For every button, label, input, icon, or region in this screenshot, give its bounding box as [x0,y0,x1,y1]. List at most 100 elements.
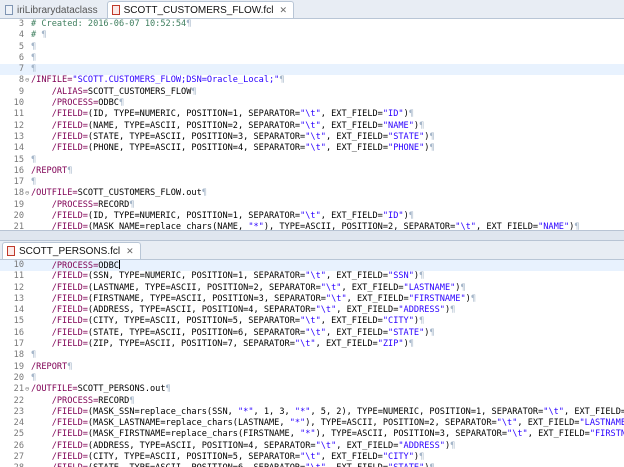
code-line[interactable]: 24 /FIELD=(MASK_LASTNAME=replace_chars(L… [0,418,624,429]
code-token: "*" [300,429,316,440]
code-line[interactable]: 18 ¶ [0,350,624,361]
pilcrow-mark: ¶ [429,131,435,142]
code-token: ), TYPE=ASCII, POSITION=2, SEPARATOR= [263,222,456,230]
line-number: 15 [13,154,24,165]
code-line[interactable]: 25 /FIELD=(MASK_FIRSTNAME=replace_chars(… [0,429,624,440]
code-line[interactable]: 15 /FIELD=(CITY, TYPE=ASCII, POSITION=5,… [0,316,624,327]
line-number: 19 [13,361,24,372]
code-line[interactable]: 12 /FIELD=(NAME, TYPE=ASCII, POSITION=2,… [0,121,624,132]
line-number: 11 [13,271,24,282]
code-line[interactable]: 19/REPORT¶ [0,362,624,373]
code-line[interactable]: 26 /FIELD=(ADDRESS, TYPE=ASCII, POSITION… [0,441,624,452]
code-editor[interactable]: 10 /PROCESS=ODBC 11 /FIELD=(SSN, TYPE=NUM… [0,260,624,467]
code-line[interactable]: 21 ⊖/OUTFILE=SCOTT_PERSONS.out¶ [0,384,624,395]
line-number: 20 [13,211,24,222]
code-line[interactable]: 17 /FIELD=(ZIP, TYPE=ASCII, POSITION=7, … [0,339,624,350]
close-icon[interactable]: ✕ [279,5,287,16]
code-token: RECORD [98,199,130,210]
code-text: /OUTFILE=SCOTT_PERSONS.out¶ [31,384,171,395]
fold-toggle-icon[interactable]: ⊖ [25,75,30,86]
code-line[interactable]: 20 ¶ [0,373,624,384]
code-text: /FIELD=(ID, TYPE=NUMERIC, POSITION=1, SE… [31,109,414,120]
code-token: (LASTNAME, TYPE=ASCII, POSITION=2, SEPAR… [87,282,321,293]
code-line[interactable]: 27 /FIELD=(CITY, TYPE=ASCII, POSITION=5,… [0,452,624,463]
code-line[interactable]: 22 /PROCESS=RECORD¶ [0,396,624,407]
fold-toggle-icon[interactable]: ⊖ [25,188,30,199]
code-line[interactable]: 17 ¶ [0,177,624,188]
code-line[interactable]: 9 /ALIAS=SCOTT_CUSTOMERS_FLOW¶ [0,87,624,98]
code-line[interactable]: 19 /PROCESS=RECORD¶ [0,200,624,211]
code-text: # ¶ [31,30,47,41]
code-text: /FIELD=(PHONE, TYPE=ASCII, POSITION=4, S… [31,143,435,154]
code-line[interactable]: 13 /FIELD=(FIRSTNAME, TYPE=ASCII, POSITI… [0,294,624,305]
code-token: (CITY, TYPE=ASCII, POSITION=5, SEPARATOR… [87,452,301,463]
code-token: "\t" [305,463,326,467]
code-line[interactable]: 28 /FIELD=(STATE, TYPE=ASCII, POSITION=6… [0,463,624,467]
code-token: "\t" [305,143,326,154]
pilcrow-mark: ¶ [429,143,435,154]
code-line[interactable]: 8 ⊖/INFILE="SCOTT.CUSTOMERS_FLOW;DSN=Orac… [0,75,624,86]
line-number: 10 [13,98,24,109]
code-text: /OUTFILE=SCOTT_CUSTOMERS_FLOW.out¶ [31,188,207,199]
code-line[interactable]: 10 /PROCESS=ODBC¶ [0,98,624,109]
code-line[interactable]: 14 /FIELD=(PHONE, TYPE=ASCII, POSITION=4… [0,143,624,154]
code-token: (PHONE, TYPE=ASCII, POSITION=4, SEPARATO… [87,143,306,154]
code-token: "\t" [300,120,321,131]
code-token: ), TYPE=ASCII, POSITION=2, SEPARATOR= [305,418,497,429]
code-token: (ID, TYPE=NUMERIC, POSITION=1, SEPARATOR… [87,109,301,120]
code-token: /FIELD= [51,339,88,350]
pilcrow-mark: ¶ [67,361,73,372]
code-line[interactable]: 23 /FIELD=(MASK_SSN=replace_chars(SSN, "… [0,407,624,418]
code-line[interactable]: 12 /FIELD=(LASTNAME, TYPE=ASCII, POSITIO… [0,283,624,294]
code-line[interactable]: 16 /FIELD=(STATE, TYPE=ASCII, POSITION=6… [0,328,624,339]
code-token: /INFILE= [31,75,73,86]
code-line[interactable]: 20 /FIELD=(ID, TYPE=NUMERIC, POSITION=1,… [0,211,624,222]
code-line[interactable]: 10 /PROCESS=ODBC [0,260,624,272]
code-line[interactable]: 5 ¶ [0,42,624,53]
code-text: /FIELD=(NAME, TYPE=ASCII, POSITION=2, SE… [31,120,425,132]
tab-scott-customers-flow[interactable]: SCOTT_CUSTOMERS_FLOW.fcl ✕ [106,1,294,18]
code-token: SCOTT_CUSTOMERS_FLOW [87,86,192,97]
code-line[interactable]: 6 ¶ [0,53,624,64]
code-line[interactable]: 11 /FIELD=(ID, TYPE=NUMERIC, POSITION=1,… [0,109,624,120]
code-token: , EXT_FIELD= [325,131,389,142]
code-line[interactable]: 4 # ¶ [0,30,624,41]
code-text: /FIELD=(STATE, TYPE=ASCII, POSITION=3, S… [31,132,435,143]
code-line[interactable]: 13 /FIELD=(STATE, TYPE=ASCII, POSITION=3… [0,132,624,143]
code-text: /FIELD=(MASK_SSN=replace_chars(SSN, "*",… [31,407,624,418]
fold-toggle-icon[interactable]: ⊖ [25,384,30,395]
code-line[interactable]: 14 /FIELD=(ADDRESS, TYPE=ASCII, POSITION… [0,305,624,316]
code-token: "\t" [300,316,321,327]
code-editor[interactable]: 3 # Created: 2016-06-07 10:52:54¶ 4 # ¶ 5 ¶ 6 ¶… [0,19,624,230]
pilcrow-mark: ¶ [165,384,171,395]
code-line[interactable]: 18 ⊖/OUTFILE=SCOTT_CUSTOMERS_FLOW.out¶ [0,188,624,199]
code-token: , EXT_FIELD= [320,452,383,463]
tab-label: SCOTT_CUSTOMERS_FLOW.fcl [123,4,274,16]
code-line[interactable]: 16/REPORT¶ [0,166,624,177]
tab-scott-persons[interactable]: SCOTT_PERSONS.fcl ✕ [2,242,141,259]
code-token: /OUTFILE= [31,384,78,395]
code-text: /FIELD=(ADDRESS, TYPE=ASCII, POSITION=4,… [31,305,456,316]
code-text: /PROCESS=RECORD¶ [31,396,135,407]
code-token: , EXT_FIELD= [320,316,383,327]
code-text: /FIELD=(STATE, TYPE=ASCII, POSITION=6, S… [31,328,435,339]
code-line[interactable]: 3 # Created: 2016-06-07 10:52:54¶ [0,19,624,30]
code-token: "\t" [315,440,337,451]
code-token: "\t" [455,222,476,230]
close-icon[interactable]: ✕ [126,246,134,257]
line-number: 13 [13,293,24,304]
code-line[interactable]: 11 /FIELD=(SSN, TYPE=NUMERIC, POSITION=1… [0,271,624,282]
code-line[interactable]: 15 ¶ [0,155,624,166]
code-line[interactable]: 21 /FIELD=(MASK_NAME=replace_chars(NAME,… [0,222,624,230]
line-number: 18 [13,188,24,199]
code-token: /FIELD= [51,222,88,230]
tab-iri-library-dataclass[interactable]: iriLibrarydataclass [0,1,105,18]
code-line[interactable]: 7 ¶ [0,64,624,76]
code-token: /FIELD= [51,429,88,440]
code-token: "*" [248,222,264,230]
line-number: 17 [13,177,24,188]
